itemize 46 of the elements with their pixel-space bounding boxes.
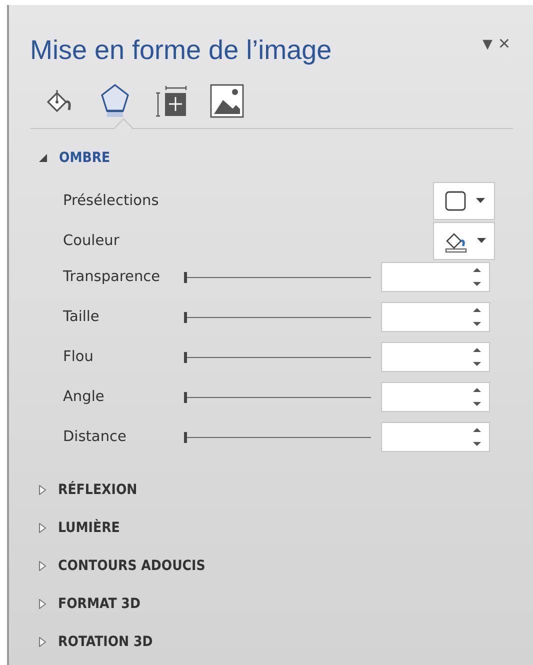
section-header[interactable]: OMBRE [59,150,110,166]
section-header[interactable]: RÉFLEXION [58,482,138,498]
collapsed-triangle-icon[interactable] [39,485,46,495]
slider-thumb[interactable] [184,272,187,282]
size-position-icon [155,85,187,117]
pentagon-icon [100,83,130,119]
close-button[interactable]: × [495,34,513,54]
collapsed-triangle-icon[interactable] [39,523,46,533]
pane-menu-button[interactable]: ▾ [479,34,496,54]
spin-field[interactable] [381,302,490,332]
spin-field[interactable] [381,382,490,412]
section-header[interactable]: CONTOURS ADOUCIS [58,558,206,574]
spinner-arrows-icon [473,347,481,367]
dropdown-button[interactable] [433,182,495,220]
pane-title: Mise en forme de l’image [30,35,333,66]
expanded-triangle-icon[interactable] [39,154,47,162]
field-label: Flou [63,349,94,365]
collapsed-triangle-icon[interactable] [39,599,46,609]
caret-icon [476,238,486,244]
collapsed-triangle-icon[interactable] [39,637,46,647]
paint-bucket-icon [45,88,73,114]
slider-thumb[interactable] [184,352,187,362]
spinner-arrows-icon [473,387,481,407]
slider-thumb[interactable] [184,312,187,322]
spin-field[interactable] [381,262,490,292]
field-label: Transparence [63,269,162,285]
square-icon [444,190,468,212]
slider-thumb[interactable] [184,432,187,442]
spinner-arrows-icon [473,427,481,447]
spinner-arrows-icon [473,267,481,287]
field-label: Couleur [63,233,120,249]
section-header[interactable]: ROTATION 3D [58,634,153,650]
spinner-arrows-icon [473,307,481,327]
field-label: Présélections [63,193,159,209]
spin-field[interactable] [381,342,490,372]
section-header[interactable]: LUMIÈRE [58,520,120,536]
caret-icon [476,198,484,204]
field-label: Taille [63,309,100,325]
collapsed-triangle-icon[interactable] [39,561,46,571]
field-label: Distance [63,429,128,445]
field-label: Angle [63,389,106,405]
spin-field[interactable] [381,422,490,452]
section-header[interactable]: FORMAT 3D [58,596,140,612]
slider-thumb[interactable] [184,392,187,402]
image-icon [210,84,244,118]
dropdown-button[interactable] [433,222,495,260]
